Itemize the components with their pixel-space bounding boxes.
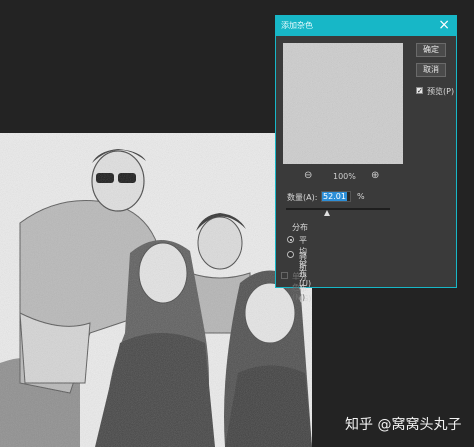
check-icon[interactable]: ✓ (416, 87, 423, 95)
amount-unit: % (357, 192, 365, 201)
preview-label: 预览(P) (427, 87, 455, 96)
zoom-out-icon[interactable]: ⊖ (304, 170, 312, 181)
noise-texture (283, 43, 403, 164)
noise-preview[interactable] (283, 43, 403, 164)
zoom-controls: ⊖ 100% ⊕ (304, 170, 384, 184)
amount-label: 数量(A): (287, 193, 318, 202)
monochrome-label: 单色(M) (292, 272, 306, 302)
slider-thumb[interactable] (324, 210, 330, 216)
distribution-label: 分布 (292, 223, 308, 232)
zoom-in-icon[interactable]: ⊕ (371, 170, 379, 181)
radio-icon[interactable] (287, 251, 294, 258)
dialog-title: 添加杂色 (281, 21, 313, 30)
amount-value: 52.01 (322, 192, 347, 201)
cancel-button[interactable]: 取消 (416, 63, 446, 77)
checkbox-icon[interactable] (281, 272, 288, 279)
add-noise-dialog: 添加杂色 × ⊖ 100% ⊕ 确定 取消 ✓ 预览(P) 数量(A): 52.… (275, 15, 457, 303)
zoom-level: 100% (333, 172, 356, 181)
sketch-photo (0, 133, 312, 447)
amount-slider[interactable] (286, 208, 390, 210)
canvas-image (0, 133, 312, 447)
ok-button[interactable]: 确定 (416, 43, 446, 57)
preview-checkbox[interactable]: ✓ 预览(P) (416, 86, 456, 98)
dialog-titlebar[interactable]: 添加杂色 × (276, 16, 456, 36)
close-icon[interactable]: × (438, 17, 450, 33)
amount-input[interactable]: 52.01 (321, 191, 351, 202)
watermark: 知乎 @窝窝头丸子 (345, 417, 462, 433)
radio-selected-icon[interactable] (287, 236, 294, 243)
